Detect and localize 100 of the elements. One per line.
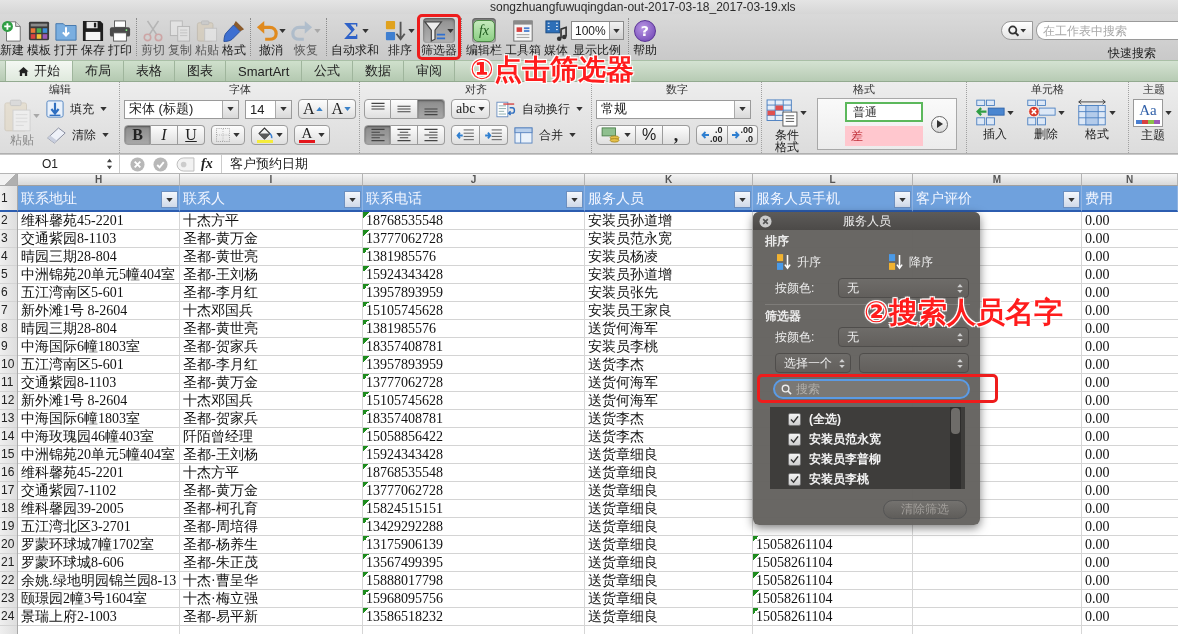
sort-ascending-button[interactable]: 升序 (777, 253, 821, 271)
templates-button[interactable]: 模板 (27, 18, 51, 57)
fill-button[interactable]: 填充 (46, 99, 109, 119)
grow-font-button[interactable]: A (298, 99, 328, 119)
stepper-icon[interactable] (106, 158, 113, 170)
filter-dropdown-button[interactable] (344, 191, 361, 208)
fill-color-button[interactable] (251, 125, 288, 145)
filter-dropdown-button[interactable] (894, 191, 911, 208)
wrap-text-button[interactable]: 自动换行 (496, 99, 584, 119)
row-number[interactable]: 1 (0, 186, 18, 212)
ribbon-tab[interactable]: 开始 (5, 61, 73, 81)
row-number[interactable]: 21 (0, 554, 18, 572)
row-number[interactable]: 17 (0, 482, 18, 500)
search-options-button[interactable] (1001, 21, 1033, 40)
close-icon[interactable] (759, 214, 772, 228)
column-header[interactable]: N (1082, 174, 1178, 186)
undo-button[interactable]: 撤消 (255, 18, 287, 57)
column-header[interactable]: K (585, 174, 753, 186)
row-number[interactable]: 5 (0, 266, 18, 284)
ribbon-tab[interactable]: 公式 (302, 61, 354, 81)
toggle-icon[interactable] (176, 156, 195, 172)
font-name-dropdown[interactable]: 宋体 (标题) (124, 99, 239, 119)
row-number[interactable]: 8 (0, 320, 18, 338)
align-center-button[interactable] (391, 125, 418, 145)
name-box[interactable]: O1 (0, 157, 106, 171)
row-number[interactable]: 20 (0, 536, 18, 554)
percent-button[interactable]: % (636, 125, 663, 145)
search-field[interactable]: 在工作表中搜索 (1036, 21, 1178, 40)
row-number[interactable]: 12 (0, 392, 18, 410)
column-header[interactable]: I (180, 174, 363, 186)
row-number[interactable]: 3 (0, 230, 18, 248)
zoom-dropdown[interactable]: 100% (571, 21, 624, 40)
ribbon-tab[interactable]: 图表 (175, 61, 226, 81)
ribbon-tab[interactable]: SmartArt (226, 61, 303, 81)
italic-button[interactable]: I (151, 125, 178, 145)
font-size-dropdown[interactable]: 14 (245, 99, 292, 119)
row-number[interactable]: 6 (0, 284, 18, 302)
filter-dropdown-button[interactable] (1063, 191, 1080, 208)
row-number[interactable]: 24 (0, 608, 18, 626)
number-format-dropdown[interactable]: 常规 (596, 99, 751, 119)
insert-cells-button[interactable]: 插入 (975, 99, 1014, 141)
increase-decimal-button[interactable]: .0 .00 (696, 125, 728, 145)
row-number[interactable]: 22 (0, 572, 18, 590)
text-orientation-button[interactable]: abc (451, 99, 491, 119)
row-number[interactable]: 2 (0, 212, 18, 230)
formula-field[interactable]: 客户预约日期 (220, 155, 1178, 173)
align-top-button[interactable] (364, 99, 391, 119)
ribbon-tab[interactable]: 数据 (353, 61, 405, 81)
cell-style-option[interactable]: 普通 (845, 102, 923, 122)
currency-button[interactable] (596, 125, 636, 145)
row-number[interactable]: 10 (0, 356, 18, 374)
row-number[interactable]: 9 (0, 338, 18, 356)
font-color-button[interactable]: A (294, 125, 330, 145)
condition-dropdown[interactable]: 选择一个 (775, 353, 851, 373)
row-number[interactable]: 16 (0, 464, 18, 482)
row-number[interactable]: 14 (0, 428, 18, 446)
decrease-indent-button[interactable] (451, 125, 480, 145)
ribbon-tab[interactable]: 布局 (73, 61, 124, 81)
comma-button[interactable]: , (663, 125, 690, 145)
align-left-button[interactable] (364, 125, 391, 145)
checkbox[interactable] (788, 472, 801, 486)
formula-bar-button[interactable]: fx 编辑栏 (466, 18, 502, 57)
ribbon-tab[interactable]: 表格 (124, 61, 175, 81)
themes-button[interactable]: Aa 主题 (1133, 99, 1172, 142)
delete-cells-button[interactable]: 删除 (1026, 99, 1065, 141)
clear-button[interactable]: 清除 (46, 125, 109, 145)
borders-button[interactable] (211, 125, 245, 145)
autosum-button[interactable]: Σ 自动求和 (331, 18, 379, 57)
filter-dropdown-button[interactable] (161, 191, 178, 208)
row-number[interactable]: 19 (0, 518, 18, 536)
open-button[interactable]: 打开 (54, 18, 78, 57)
media-button[interactable]: 媒体 (544, 18, 568, 57)
ribbon-tab[interactable]: 审阅 (404, 61, 456, 81)
conditional-formatting-button[interactable]: 条件格式 (766, 99, 807, 153)
merge-button[interactable]: 合并 (514, 125, 576, 145)
help-button[interactable]: ? 帮助 (632, 18, 657, 57)
checkbox[interactable] (788, 432, 801, 446)
align-bottom-button[interactable] (418, 99, 445, 119)
row-number[interactable]: 18 (0, 500, 18, 518)
column-header[interactable]: H (18, 174, 180, 186)
color-dropdown[interactable]: 无 (838, 278, 969, 298)
increase-indent-button[interactable] (480, 125, 508, 145)
checkbox[interactable] (788, 412, 801, 426)
sort-descending-button[interactable]: 降序 (889, 253, 933, 271)
scrollbar[interactable] (950, 407, 961, 489)
shrink-font-button[interactable]: A (327, 99, 357, 119)
align-right-button[interactable] (418, 125, 445, 145)
row-number[interactable]: 7 (0, 302, 18, 320)
print-button[interactable]: 打印 (108, 18, 132, 57)
filter-dropdown-button[interactable] (566, 191, 583, 208)
row-number[interactable]: 11 (0, 374, 18, 392)
checkbox[interactable] (788, 452, 801, 466)
underline-button[interactable]: U (178, 125, 205, 145)
column-header[interactable]: M (913, 174, 1082, 186)
save-button[interactable]: 保存 (81, 18, 105, 57)
color-dropdown[interactable]: 无 (838, 327, 969, 347)
row-number[interactable]: 23 (0, 590, 18, 608)
cell-style-option[interactable]: 差 (845, 126, 923, 146)
gallery-next-button[interactable] (931, 115, 948, 133)
format-painter-button[interactable]: 格式 (222, 18, 246, 57)
